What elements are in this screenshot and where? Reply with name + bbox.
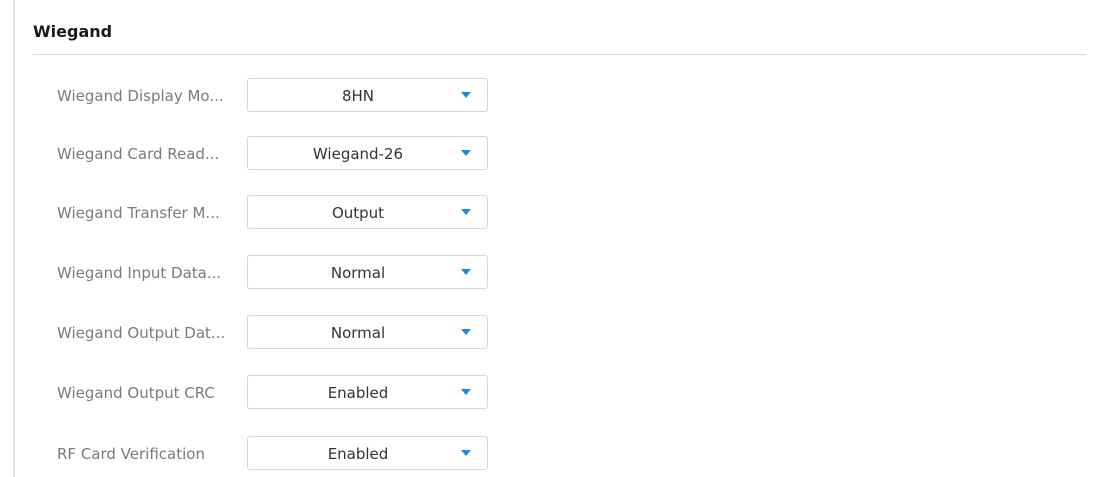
select-value: Normal [330, 264, 386, 282]
output-data-select[interactable]: Normal [247, 315, 488, 349]
setting-label: Wiegand Output Dat... [57, 324, 226, 342]
setting-row-rf-card-verification: RF Card Verification Enabled [0, 436, 1104, 472]
select-value: Enabled [327, 445, 389, 463]
setting-label: Wiegand Transfer M... [57, 204, 220, 222]
select-value: 8HN [341, 87, 375, 105]
transfer-mode-select[interactable]: Output [247, 195, 488, 229]
display-mode-select[interactable]: 8HN [247, 78, 488, 112]
setting-row-output-data: Wiegand Output Dat... Normal [0, 315, 1104, 351]
select-value: Output [331, 204, 385, 222]
caret-down-icon [461, 269, 471, 275]
caret-down-icon [461, 329, 471, 335]
section-divider [33, 54, 1086, 55]
setting-row-display-mode: Wiegand Display Mo... 8HN [0, 78, 1104, 114]
select-value: Enabled [327, 384, 389, 402]
setting-row-output-crc: Wiegand Output CRC Enabled [0, 375, 1104, 411]
setting-row-transfer-mode: Wiegand Transfer M... Output [0, 195, 1104, 231]
setting-label: Wiegand Output CRC [57, 384, 215, 402]
setting-row-input-data: Wiegand Input Data... Normal [0, 255, 1104, 291]
rf-card-verification-select[interactable]: Enabled [247, 436, 488, 470]
card-reader-select[interactable]: Wiegand-26 [247, 136, 488, 170]
output-crc-select[interactable]: Enabled [247, 375, 488, 409]
select-value: Normal [330, 324, 386, 342]
input-data-select[interactable]: Normal [247, 255, 488, 289]
setting-row-card-reader: Wiegand Card Read... Wiegand-26 [0, 136, 1104, 172]
caret-down-icon [461, 389, 471, 395]
section-title: Wiegand [33, 22, 113, 41]
select-value: Wiegand-26 [312, 145, 404, 163]
caret-down-icon [461, 150, 471, 156]
setting-label: RF Card Verification [57, 445, 205, 463]
setting-label: Wiegand Input Data... [57, 264, 222, 282]
caret-down-icon [461, 209, 471, 215]
setting-label: Wiegand Card Read... [57, 145, 220, 163]
caret-down-icon [461, 92, 471, 98]
setting-label: Wiegand Display Mo... [57, 87, 224, 105]
caret-down-icon [461, 450, 471, 456]
